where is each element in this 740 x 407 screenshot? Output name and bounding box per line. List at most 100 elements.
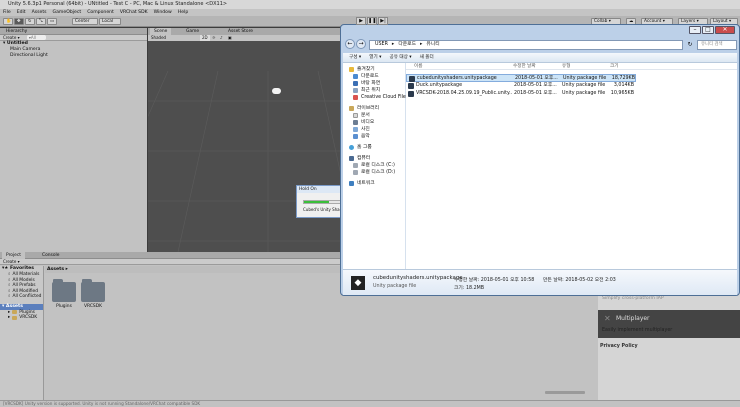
nav-label: 컴퓨터	[357, 156, 371, 161]
menu-component[interactable]: Component	[87, 9, 114, 16]
favorite-label: All Conflicted	[12, 294, 42, 299]
menu-window[interactable]: Window	[154, 9, 172, 16]
multiplayer-title: Multiplayer	[616, 315, 650, 322]
computer-icon	[349, 156, 354, 161]
menu-edit[interactable]: Edit	[17, 9, 26, 16]
nav-drive-c[interactable]: 로컬 디스크 (C:)	[343, 162, 405, 169]
file-row[interactable]: Duck.unitypackage 2018-05-01 오후... Unity…	[406, 82, 636, 90]
file-list: 이름 수정한 날짜 유형 크기 cubedunityshaders.unityp…	[406, 63, 737, 269]
explorer-search-input[interactable]: 유니티 검색	[697, 40, 737, 50]
nav-videos[interactable]: 비디오	[343, 119, 405, 126]
menu-help[interactable]: Help	[178, 9, 188, 16]
menu-assets[interactable]: Assets	[32, 9, 47, 16]
hierarchy-search-input[interactable]: ▾All	[26, 35, 46, 40]
unity-title-bar: Unity 5.6.3p1 Personal (64bit) - UNtitle…	[0, 0, 740, 9]
hold-on-message: Cubed's Unity Shade	[303, 207, 345, 212]
multiplayer-service-card[interactable]: ✕ Multiplayer	[598, 310, 740, 338]
pivot-local-toggle[interactable]: Local	[99, 18, 121, 25]
nav-label: 로컬 디스크 (D:)	[361, 170, 396, 175]
hand-tool-icon[interactable]: ✋	[3, 18, 13, 25]
tab-console[interactable]: Console	[42, 252, 59, 259]
back-button[interactable]: ←	[345, 39, 355, 49]
thumbnail-size-slider[interactable]	[545, 391, 585, 394]
rotate-tool-icon[interactable]: ↻	[25, 18, 35, 25]
file-type: Unity package file	[562, 91, 606, 96]
close-button[interactable]: ✕	[715, 26, 735, 34]
menu-file[interactable]: File	[3, 9, 11, 16]
maximize-button[interactable]: □	[702, 26, 714, 34]
nav-drive-d[interactable]: 로컬 디스크 (D:)	[343, 169, 405, 176]
file-size: 10,965KB	[610, 91, 634, 96]
tab-game[interactable]: Game	[186, 28, 199, 35]
project-tree: ▾★ Favorites ⌕ All Materials ⌕ All Models …	[0, 266, 44, 400]
address-bar[interactable]: USER ▸ 다운로드 ▸ 유니티	[369, 40, 683, 50]
tab-project[interactable]: Project	[2, 252, 26, 259]
pivot-center-toggle[interactable]: Center	[72, 18, 98, 25]
play-icon[interactable]: ▶	[356, 17, 366, 25]
column-headers: 이름 수정한 날짜 유형 크기	[406, 63, 737, 70]
asset-tree-label: VRCSDK	[19, 315, 38, 320]
file-row[interactable]: VRCSDK-2018.04.25.09.19_Public.unity... …	[406, 90, 636, 98]
nav-music[interactable]: 음악	[343, 133, 405, 140]
nav-downloads[interactable]: 다운로드	[343, 73, 405, 80]
nav-documents[interactable]: 문서	[343, 112, 405, 119]
share-with-button[interactable]: 공유 대상 ▾	[389, 53, 411, 62]
explorer-title-bar[interactable]: – □ ✕	[341, 25, 739, 37]
file-size: 3,014KB	[613, 83, 634, 88]
step-icon[interactable]: ▶|	[378, 17, 388, 25]
column-name[interactable]: 이름	[414, 63, 422, 70]
open-button[interactable]: 열기 ▾	[369, 53, 381, 62]
folder-icon[interactable]	[52, 279, 76, 302]
rect-tool-icon[interactable]: ▭	[47, 18, 57, 25]
column-type[interactable]: 유형	[562, 63, 570, 70]
hierarchy-item-directional-light[interactable]: Directional Light	[0, 53, 147, 59]
tab-scene[interactable]: Scene	[150, 28, 172, 35]
new-folder-button[interactable]: 새 폴더	[420, 53, 434, 62]
unity-logo-icon: ◆	[351, 276, 365, 290]
breadcrumb-segment[interactable]: 유니티	[426, 41, 439, 49]
video-icon	[353, 120, 358, 125]
scale-tool-icon[interactable]: ⤡	[36, 18, 46, 25]
nav-label: 음악	[361, 134, 370, 139]
hierarchy-create-button[interactable]: Create ▾	[3, 35, 20, 40]
menu-gameobject[interactable]: GameObject	[53, 9, 82, 16]
file-row[interactable]: cubedunityshaders.unitypackage 2018-05-0…	[406, 74, 636, 82]
move-tool-icon[interactable]: ✥	[14, 18, 24, 25]
hierarchy-tab[interactable]: Hierarchy	[0, 28, 147, 35]
project-create-button[interactable]: Create ▾	[3, 259, 20, 264]
nav-computer[interactable]: 컴퓨터	[343, 155, 405, 162]
nav-label: 홈 그룹	[357, 145, 372, 150]
nav-desktop[interactable]: 바탕 화면	[343, 80, 405, 87]
nav-network[interactable]: 네트워크	[343, 180, 405, 187]
tab-asset-store[interactable]: Asset Store	[228, 28, 253, 35]
asset-tree-item-vrcsdk[interactable]: ▸ VRCSDK	[0, 315, 43, 321]
column-size[interactable]: 크기	[610, 63, 618, 70]
nav-creative-cloud[interactable]: Creative Cloud Files	[343, 94, 408, 101]
creative-cloud-icon	[353, 95, 358, 100]
pause-icon[interactable]: ❚❚	[367, 17, 377, 25]
nav-pictures[interactable]: 사진	[343, 126, 405, 133]
nav-libraries[interactable]: 라이브러리	[343, 105, 405, 112]
desktop-icon	[353, 81, 358, 86]
folder-icon	[12, 315, 18, 320]
nav-recent[interactable]: 최근 위치	[343, 87, 405, 94]
menu-vrchat-sdk[interactable]: VRChat SDK	[120, 9, 148, 16]
privacy-policy-link[interactable]: Privacy Policy	[600, 344, 638, 349]
documents-icon	[353, 113, 358, 118]
column-date-modified[interactable]: 수정한 날짜	[513, 63, 536, 70]
folder-icon[interactable]	[81, 279, 105, 302]
nav-favorites[interactable]: 즐겨찾기	[343, 66, 405, 73]
services-faded-text: Simplify cross-platform IAP	[602, 296, 664, 301]
directional-light-gizmo-icon[interactable]	[272, 88, 281, 94]
scene-grid[interactable]	[148, 41, 346, 252]
organize-button[interactable]: 구성 ▾	[349, 53, 361, 62]
breadcrumb-segment[interactable]: 다운로드	[398, 41, 416, 49]
refresh-icon[interactable]: ↻	[685, 40, 695, 50]
details-file-type: Unity package file	[373, 284, 417, 289]
minimize-button[interactable]: –	[689, 26, 701, 34]
network-icon	[349, 181, 354, 186]
forward-button[interactable]: →	[356, 39, 366, 49]
breadcrumb-segment[interactable]: USER	[375, 41, 388, 49]
nav-homegroup[interactable]: 홈 그룹	[343, 144, 405, 151]
favorite-item[interactable]: ⌕ All Conflicted	[0, 294, 43, 300]
